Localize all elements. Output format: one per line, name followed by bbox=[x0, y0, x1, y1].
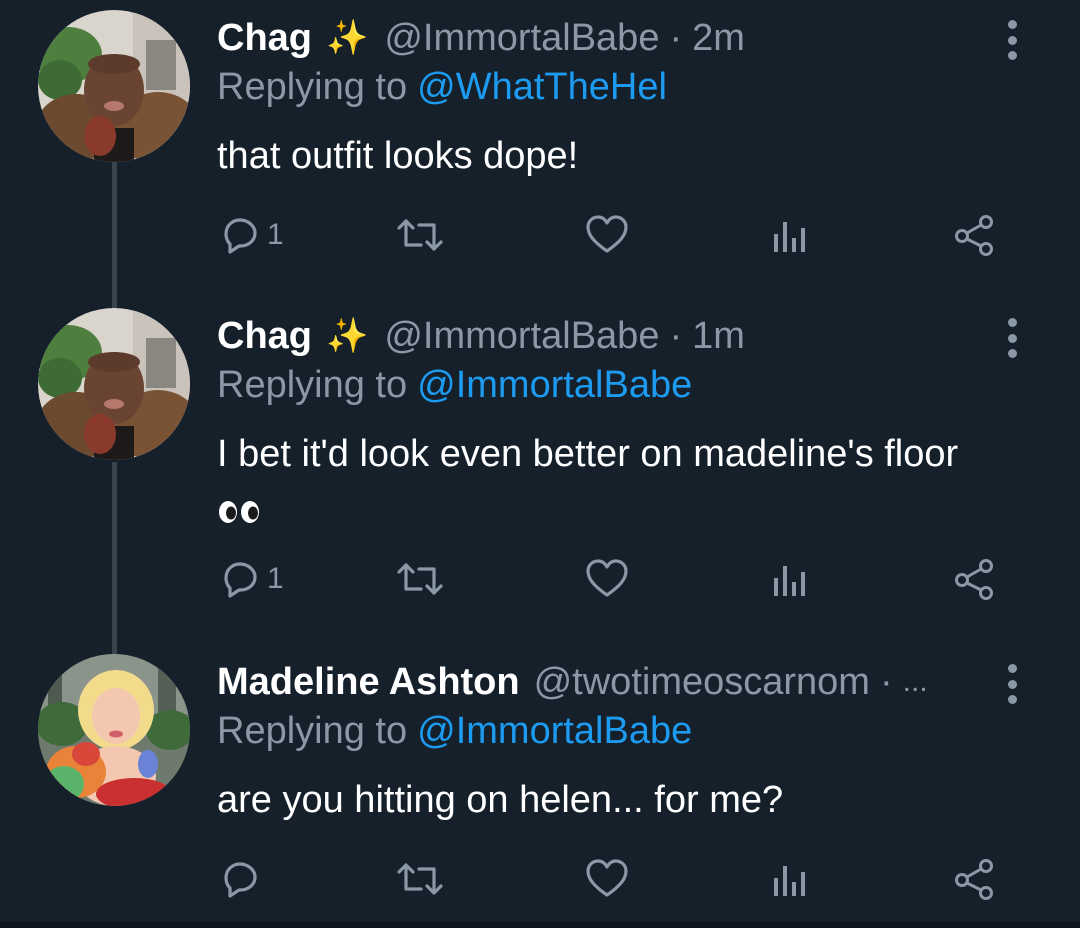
sparkles-emoji: ✨ bbox=[326, 317, 369, 355]
tweet-header: Chag ✨ @ImmortalBabe · 2m bbox=[217, 10, 745, 66]
tweet[interactable]: Madeline Ashton @twotimeoscarnom · ... R… bbox=[0, 654, 1080, 914]
reply-count: 1 bbox=[267, 562, 284, 595]
display-name[interactable]: Chag bbox=[217, 315, 312, 358]
heart-icon bbox=[586, 859, 628, 897]
retweet-button[interactable] bbox=[395, 210, 445, 260]
tweet-actions: 1 bbox=[217, 210, 1017, 260]
like-button[interactable] bbox=[584, 554, 630, 604]
replying-to-link[interactable]: @ImmortalBabe bbox=[417, 364, 692, 406]
replying-to: Replying to @ImmortalBabe bbox=[217, 710, 692, 753]
retweet-icon bbox=[397, 563, 443, 595]
tweet-actions bbox=[217, 854, 1017, 904]
retweet-button[interactable] bbox=[395, 854, 445, 904]
reply-count: 1 bbox=[267, 218, 284, 251]
sparkles-emoji: ✨ bbox=[326, 19, 369, 57]
more-vertical-icon[interactable] bbox=[1000, 664, 1024, 704]
share-button[interactable] bbox=[952, 554, 998, 604]
share-button[interactable] bbox=[952, 210, 998, 260]
timestamp[interactable]: ... bbox=[903, 665, 928, 699]
reply-button[interactable] bbox=[217, 854, 263, 904]
replying-to: Replying to @WhatTheHel bbox=[217, 66, 667, 109]
share-icon bbox=[955, 215, 993, 256]
replying-to-link[interactable]: @ImmortalBabe bbox=[417, 710, 692, 752]
like-button[interactable] bbox=[584, 210, 630, 260]
user-handle[interactable]: @twotimeoscarnom bbox=[534, 661, 870, 704]
heart-icon bbox=[586, 559, 628, 597]
tweet-header: Chag ✨ @ImmortalBabe · 1m bbox=[217, 308, 745, 364]
reply-thread: Chag ✨ @ImmortalBabe · 2m Replying to @Wh… bbox=[0, 0, 1080, 928]
like-button[interactable] bbox=[584, 854, 630, 904]
avatar[interactable] bbox=[38, 308, 190, 460]
timestamp[interactable]: 2m bbox=[692, 17, 745, 60]
tweet[interactable]: Chag ✨ @ImmortalBabe · 2m Replying to @Wh… bbox=[0, 10, 1080, 300]
reply-icon bbox=[224, 562, 257, 598]
separator: · bbox=[669, 16, 683, 59]
share-icon bbox=[955, 859, 993, 900]
analytics-icon bbox=[774, 866, 805, 896]
tweet-text: that outfit looks dope! bbox=[217, 135, 579, 177]
reply-icon bbox=[224, 218, 257, 254]
analytics-button[interactable] bbox=[770, 854, 810, 904]
more-vertical-icon[interactable] bbox=[1000, 20, 1024, 60]
avatar[interactable] bbox=[38, 10, 190, 162]
tweet-text-block: I bet it'd look even better on madeline'… bbox=[217, 430, 1037, 536]
tweet-text: I bet it'd look even better on madeline'… bbox=[217, 433, 959, 475]
separator: · bbox=[669, 314, 683, 357]
more-vertical-icon[interactable] bbox=[1000, 318, 1024, 358]
analytics-icon bbox=[774, 222, 805, 252]
tweet-text: are you hitting on helen... for me? bbox=[217, 779, 784, 821]
user-handle[interactable]: @ImmortalBabe bbox=[384, 315, 659, 358]
retweet-icon bbox=[397, 863, 443, 895]
separator: · bbox=[879, 660, 893, 703]
madeline-avatar-image bbox=[38, 654, 190, 806]
eyes-emoji: 👀 bbox=[217, 488, 261, 536]
display-name[interactable]: Madeline Ashton bbox=[217, 661, 520, 704]
analytics-button[interactable] bbox=[770, 210, 810, 260]
heart-icon bbox=[586, 215, 628, 253]
reply-button[interactable]: 1 bbox=[217, 210, 284, 260]
retweet-icon bbox=[397, 219, 443, 251]
replying-to-label: Replying to bbox=[217, 364, 408, 406]
user-handle[interactable]: @ImmortalBabe bbox=[384, 17, 659, 60]
reply-button[interactable]: 1 bbox=[217, 554, 284, 604]
tweet-actions: 1 bbox=[217, 554, 1017, 604]
chag-avatar-image bbox=[38, 10, 190, 162]
replying-to-label: Replying to bbox=[217, 710, 408, 752]
bottom-divider bbox=[0, 922, 1080, 928]
analytics-icon bbox=[774, 566, 805, 596]
share-button[interactable] bbox=[952, 854, 998, 904]
tweet-header: Madeline Ashton @twotimeoscarnom · ... bbox=[217, 654, 928, 710]
tweet[interactable]: Chag ✨ @ImmortalBabe · 1m Replying to @Im… bbox=[0, 308, 1080, 638]
replying-to-label: Replying to bbox=[217, 66, 408, 108]
timestamp[interactable]: 1m bbox=[692, 315, 745, 358]
retweet-button[interactable] bbox=[395, 554, 445, 604]
replying-to: Replying to @ImmortalBabe bbox=[217, 364, 692, 407]
analytics-button[interactable] bbox=[770, 554, 810, 604]
reply-icon bbox=[224, 862, 257, 898]
share-icon bbox=[955, 559, 993, 600]
chag-avatar-image bbox=[38, 308, 190, 460]
replying-to-link[interactable]: @WhatTheHel bbox=[417, 66, 667, 108]
display-name[interactable]: Chag bbox=[217, 17, 312, 60]
avatar[interactable] bbox=[38, 654, 190, 806]
